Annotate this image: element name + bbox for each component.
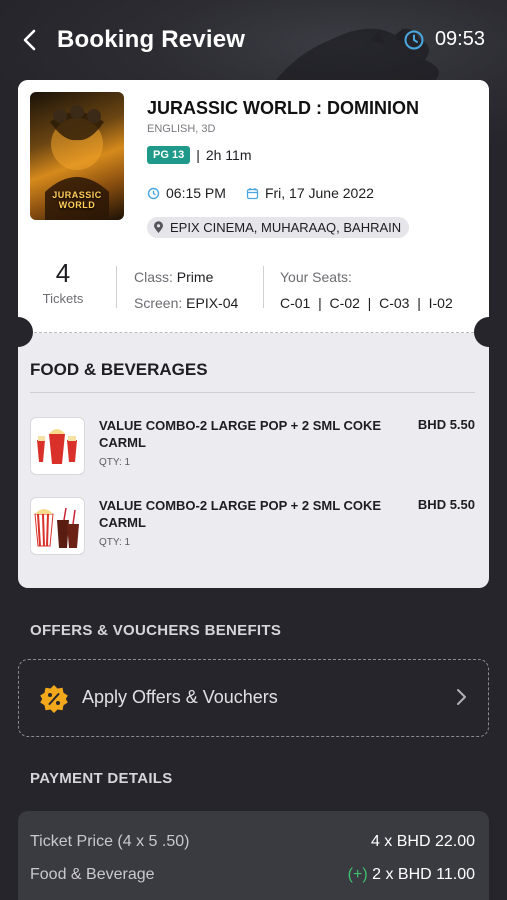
page-title: Booking Review (57, 26, 246, 53)
seats-info: Your Seats: C-01 | C-02 | C-03 | I-02 (280, 264, 453, 316)
screen-label: Screen: (134, 295, 183, 311)
ticket-summary: JURASSIC WORLD JURASSIC WORLD : DOMINION… (18, 80, 489, 333)
ticket-notch-right (474, 317, 504, 347)
ticket-count-block: 4 Tickets (18, 258, 108, 306)
seats-label: Your Seats: (280, 269, 352, 285)
payment-row-value: 2 x BHD 11.00 (372, 866, 475, 883)
divider (116, 266, 117, 308)
class-screen-info: Class: Prime Screen: EPIX-04 (134, 264, 238, 316)
clock-icon (404, 30, 424, 49)
showtime-row: 06:15 PM Fri, 17 June 2022 (147, 185, 374, 201)
movie-title: JURASSIC WORLD : DOMINION (147, 98, 419, 118)
header: Booking Review 09:53 (0, 20, 507, 60)
class-value: Prime (176, 269, 214, 285)
chevron-left-icon (23, 29, 36, 51)
clock-icon (147, 187, 160, 199)
rating-badge: PG 13 (147, 146, 191, 164)
discount-badge-icon (40, 685, 68, 713)
poster-title-text: JURASSIC WORLD (52, 190, 102, 210)
movie-poster: JURASSIC WORLD (30, 92, 124, 220)
venue-pill: EPIX CINEMA, MUHARAAQ, BAHRAIN (147, 217, 410, 238)
chevron-right-icon (457, 689, 466, 705)
ticket-perforation (34, 332, 474, 333)
food-item-image (30, 417, 85, 475)
separator: | (196, 147, 200, 163)
show-date: Fri, 17 June 2022 (264, 185, 374, 201)
list-item: VALUE COMBO-2 LARGE POP + 2 SML COKE CAR… (30, 417, 475, 481)
timer-text: 09:53 (434, 28, 485, 50)
screen-value: EPIX-04 (186, 295, 239, 311)
divider (263, 266, 264, 308)
venue-name: EPIX CINEMA, MUHARAAQ, BAHRAIN (170, 220, 402, 235)
list-item: VALUE COMBO-2 LARGE POP + 2 SML COKE CAR… (30, 497, 475, 561)
payment-row-value: 4 x BHD 22.00 (370, 833, 475, 850)
food-item-name: VALUE COMBO-2 LARGE POP + 2 SML COKE CAR… (99, 498, 382, 530)
payment-row: Food & Beverage (+) 2 x BHD 11.00 (30, 866, 475, 884)
popcorn-combo-icon (34, 507, 79, 548)
class-label: Class: (134, 269, 173, 285)
ticket-notch-left (3, 317, 33, 347)
movie-duration: 2h 11m (205, 147, 252, 163)
back-button[interactable] (16, 26, 44, 54)
movie-language: ENGLISH, 3D (147, 123, 216, 135)
popcorn-combo-icon (37, 429, 77, 464)
divider (30, 392, 475, 393)
ticket-count-label: Tickets (42, 291, 84, 306)
plus-prefix: (+) (347, 866, 368, 883)
rating-row: PG 13 | 2h 11m (147, 146, 252, 164)
payment-details-card: Ticket Price (4 x 5 .50) 4 x BHD 22.00 F… (18, 811, 489, 900)
ticket-card: JURASSIC WORLD JURASSIC WORLD : DOMINION… (3, 80, 504, 588)
show-time: 06:15 PM (166, 185, 226, 201)
location-pin-icon (154, 221, 163, 233)
payment-row-value-group: (+) 2 x BHD 11.00 (348, 866, 475, 884)
food-item-qty: QTY: 1 (99, 457, 131, 468)
apply-offers-button[interactable]: Apply Offers & Vouchers (18, 659, 489, 737)
ticket-count: 4 (55, 258, 71, 288)
payment-row-label: Food & Beverage (30, 866, 155, 883)
food-item-name: VALUE COMBO-2 LARGE POP + 2 SML COKE CAR… (99, 418, 382, 450)
food-item-qty: QTY: 1 (99, 537, 131, 548)
payment-section-title: PAYMENT DETAILS (30, 770, 173, 787)
food-item-image (30, 497, 85, 555)
food-item-price: BHD 5.50 (417, 417, 475, 432)
food-item-price: BHD 5.50 (417, 497, 475, 512)
food-section-title: FOOD & BEVERAGES (30, 360, 208, 379)
seats-list: C-01 | C-02 | C-03 | I-02 (280, 295, 453, 311)
session-timer: 09:53 (403, 28, 485, 51)
payment-row: Ticket Price (4 x 5 .50) 4 x BHD 22.00 (30, 833, 475, 851)
calendar-icon (246, 187, 259, 199)
apply-offers-label: Apply Offers & Vouchers (82, 687, 278, 707)
payment-row-label: Ticket Price (4 x 5 .50) (30, 833, 190, 850)
offers-section-title: OFFERS & VOUCHERS BENEFITS (30, 622, 282, 639)
